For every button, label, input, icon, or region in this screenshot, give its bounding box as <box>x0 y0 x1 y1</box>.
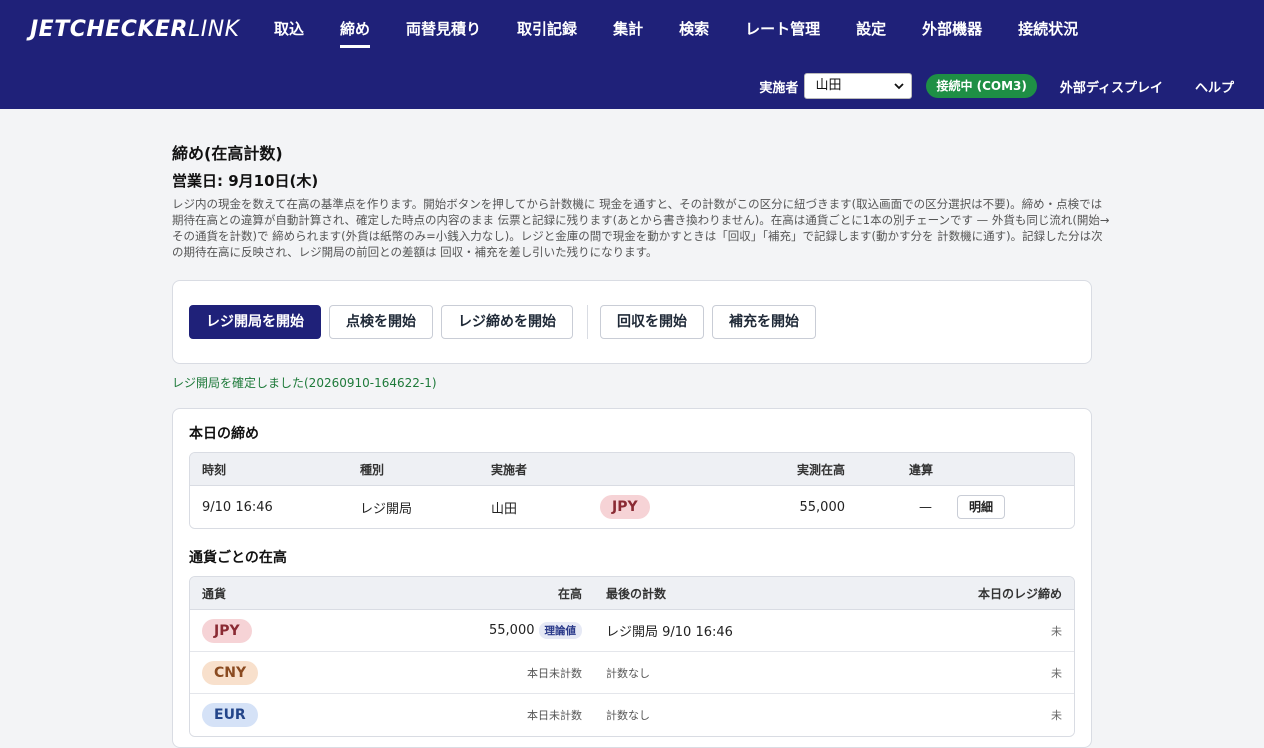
operator-label: 実施者 <box>759 80 799 96</box>
external-display-link[interactable]: 外部ディスプレイ <box>1060 77 1163 96</box>
today-close-status: 未 <box>1051 666 1062 680</box>
operator-select-value: 山田 <box>815 78 842 93</box>
col-time: 時刻 <box>202 462 227 477</box>
theoretical-tag: 理論値 <box>538 622 582 639</box>
tab-search[interactable]: 検索 <box>661 0 727 58</box>
balances-table: 通貨 在高 最後の計数 本日のレジ締め JPY 55,000 理論値 レジ開局 9… <box>189 576 1075 737</box>
row-diff: — <box>919 499 932 515</box>
chevron-down-icon <box>894 74 905 107</box>
tab-transactions[interactable]: 取引記録 <box>499 0 595 58</box>
table-header: 通貨 在高 最後の計数 本日のレジ締め <box>190 577 1074 610</box>
tab-closing[interactable]: 締め <box>322 0 388 58</box>
close-register-button[interactable]: レジ締めを開始 <box>441 305 573 339</box>
row-measured: 55,000 <box>799 499 846 515</box>
last-count: 計数なし <box>606 666 650 680</box>
page-description: レジ内の現金を数えて在高の基準点を作ります。開始ボタンを押してから計数機に 現金… <box>172 197 1110 259</box>
help-link[interactable]: ヘルプ <box>1195 77 1234 96</box>
row-time: 9/10 16:46 <box>202 499 273 515</box>
currency-badge: EUR <box>202 703 258 727</box>
table-row: EUR 本日未計数 計数なし 未 <box>190 694 1074 736</box>
open-register-button[interactable]: レジ開局を開始 <box>189 305 321 339</box>
currency-badge: JPY <box>202 618 252 643</box>
table-row: CNY 本日未計数 計数なし 未 <box>190 652 1074 694</box>
balance-value: 本日未計数 <box>527 666 582 680</box>
status-message: レジ開局を確定しました(20260910-164622-1) <box>172 376 437 390</box>
header-subbar: 実施者 山田 接続中 (COM3) 外部ディスプレイ ヘルプ <box>759 70 1264 102</box>
today-closings-title: 本日の締め <box>189 426 259 442</box>
tab-settings[interactable]: 設定 <box>838 0 904 58</box>
tab-exchange-estimate[interactable]: 両替見積り <box>388 0 499 58</box>
tab-external-devices[interactable]: 外部機器 <box>904 0 1000 58</box>
col-currency: 通貨 <box>202 586 227 601</box>
tab-summary[interactable]: 集計 <box>595 0 661 58</box>
app-header: JETCHECKERLINK 取込 締め 両替見積り 取引記録 集計 検索 レー… <box>0 0 1264 109</box>
currency-badge: CNY <box>202 660 259 685</box>
col-measured: 実測在高 <box>796 462 845 477</box>
col-type: 種別 <box>360 462 385 477</box>
today-close-status: 未 <box>1051 709 1062 722</box>
balance-value: 本日未計数 <box>527 709 582 722</box>
collect-button[interactable]: 回収を開始 <box>600 305 704 339</box>
today-close-status: 未 <box>1051 624 1062 638</box>
closing-overview-card: 本日の締め 時刻 種別 実施者 実測在高 違算 9/10 16:46 レジ開局 … <box>172 408 1092 748</box>
replenish-button[interactable]: 補充を開始 <box>712 305 816 339</box>
balance-value: 55,000 <box>489 623 535 638</box>
tab-import[interactable]: 取込 <box>256 0 322 58</box>
row-type: レジ開局 <box>360 501 413 517</box>
detail-button[interactable]: 明細 <box>957 495 1006 519</box>
app-logo[interactable]: JETCHECKERLINK <box>30 15 240 45</box>
action-buttons-card: レジ開局を開始 点検を開始 レジ締めを開始 回収を開始 補充を開始 <box>172 280 1092 364</box>
col-operator: 実施者 <box>491 462 528 477</box>
main-nav: 取込 締め 両替見積り 取引記録 集計 検索 レート管理 設定 外部機器 接続状… <box>256 0 1096 58</box>
currency-badge: JPY <box>600 495 650 519</box>
tab-rate-management[interactable]: レート管理 <box>727 0 838 58</box>
table-row: 9/10 16:46 レジ開局 山田 JPY 55,000 — 明細 <box>190 486 1074 528</box>
button-divider <box>587 305 588 339</box>
col-balance: 在高 <box>557 586 582 601</box>
today-closings-table: 時刻 種別 実施者 実測在高 違算 9/10 16:46 レジ開局 山田 JPY… <box>189 452 1075 529</box>
page-title: 締め(在高計数) <box>172 144 283 163</box>
col-today-close: 本日のレジ締め <box>977 586 1062 601</box>
table-header: 時刻 種別 実施者 実測在高 違算 <box>190 453 1074 486</box>
main-content: 締め(在高計数) 営業日: 9月10日(木) レジ内の現金を数えて在高の基準点を… <box>172 109 1109 748</box>
row-operator: 山田 <box>491 501 518 517</box>
table-row: JPY 55,000 理論値 レジ開局 9/10 16:46 未 <box>190 610 1074 652</box>
col-diff: 違算 <box>909 462 934 477</box>
connection-status-badge: 接続中 (COM3) <box>926 74 1037 98</box>
inspect-button[interactable]: 点検を開始 <box>329 305 433 339</box>
last-count: レジ開局 9/10 16:46 <box>606 625 733 640</box>
balances-title: 通貨ごとの在高 <box>189 550 287 566</box>
business-date: 営業日: 9月10日(木) <box>172 172 319 190</box>
col-last-count: 最後の計数 <box>606 586 667 601</box>
last-count: 計数なし <box>606 709 650 722</box>
tab-connection-status[interactable]: 接続状況 <box>1000 0 1096 58</box>
operator-select[interactable]: 山田 <box>804 73 913 99</box>
